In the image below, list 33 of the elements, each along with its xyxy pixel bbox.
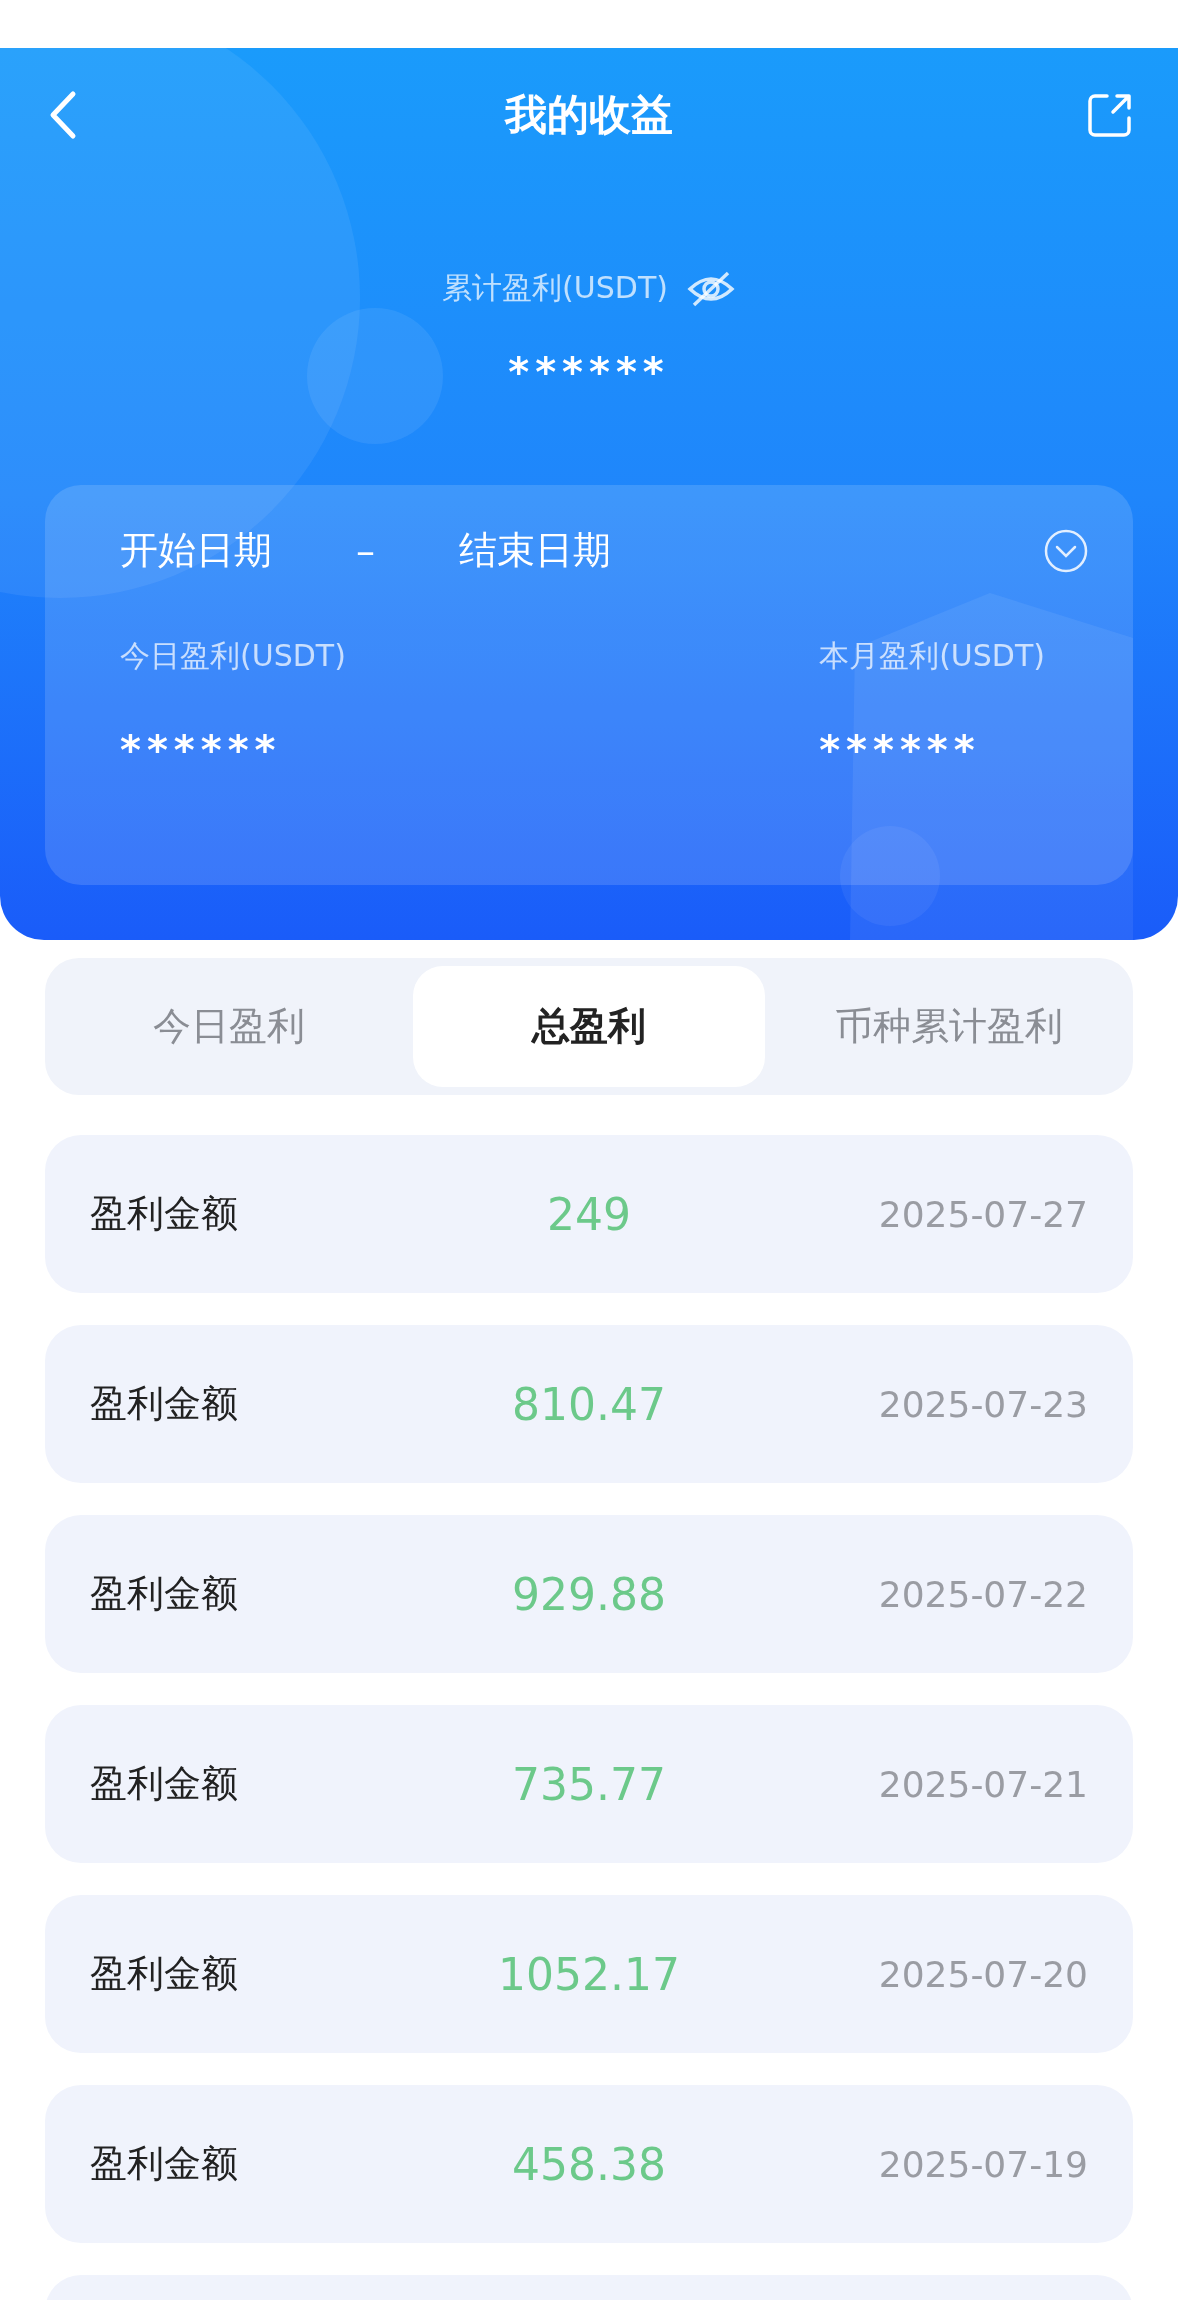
total-profit-label: 累计盈利(USDT) (442, 269, 668, 307)
record-date: 2025-07-27 (877, 1193, 1088, 1235)
record-date: 2025-07-21 (877, 1763, 1088, 1805)
today-profit-value: ****** (120, 727, 283, 773)
record-date: 2025-07-23 (877, 1383, 1088, 1425)
record-date: 2025-07-22 (877, 1573, 1088, 1615)
record-label: 盈利金额 (90, 1381, 239, 1427)
total-profit-value: ****** (508, 349, 670, 395)
page-title: 我的收益 (505, 89, 673, 141)
profit-amount: 735.77 (511, 1758, 667, 1810)
profit-amount: 1052.17 (497, 1948, 681, 2000)
profit-amount: 810.47 (511, 1378, 667, 1430)
start-date-field[interactable]: 开始日期 (120, 525, 272, 576)
tab[interactable]: 今日盈利 (53, 966, 405, 1087)
record-label: 盈利金额 (90, 1191, 239, 1237)
profit-amount: 929.88 (511, 1568, 667, 1620)
tab[interactable]: 总盈利 (413, 966, 765, 1087)
record-label: 盈利金额 (90, 1951, 239, 1997)
profit-amount: 249 (546, 1188, 632, 1240)
profit-amount: 458.38 (511, 2138, 667, 2190)
record-date: 2025-07-19 (877, 2143, 1088, 2185)
end-date-field[interactable]: 结束日期 (459, 525, 611, 576)
month-profit-label: 本月盈利(USDT) (819, 637, 1045, 675)
month-profit-value: ****** (819, 727, 982, 773)
today-profit-label: 今日盈利(USDT) (120, 637, 346, 675)
chevron-down-icon[interactable] (1043, 527, 1089, 574)
record-label: 盈利金额 (90, 2141, 239, 2187)
tab[interactable]: 币种累计盈利 (773, 966, 1125, 1087)
record-label: 盈利金额 (90, 1761, 239, 1807)
record-label: 盈利金额 (90, 1571, 239, 1617)
date-separator: – (356, 528, 375, 573)
record-date: 2025-07-20 (877, 1953, 1088, 1995)
share-button[interactable] (1087, 92, 1133, 138)
